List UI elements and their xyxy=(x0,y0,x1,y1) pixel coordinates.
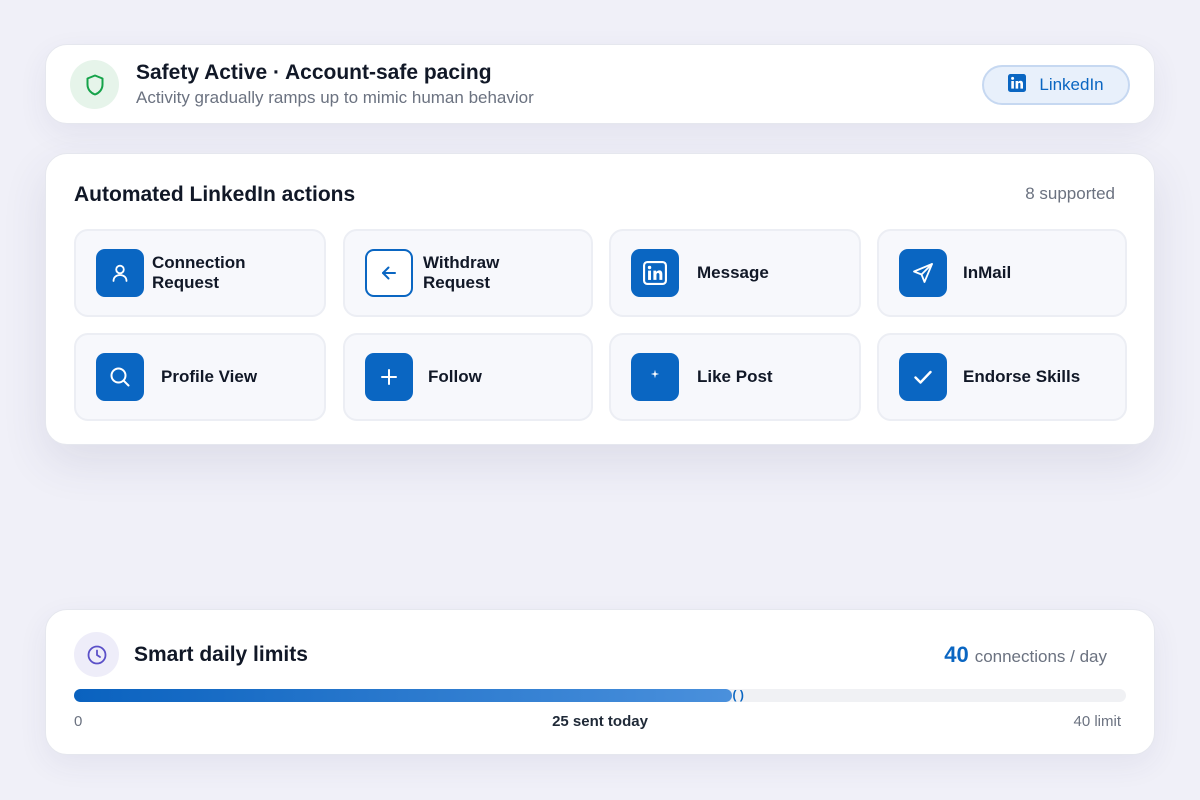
daily-limit-number: 40 xyxy=(944,642,969,667)
action-connection-request[interactable]: Connection Request xyxy=(74,229,326,317)
check-icon xyxy=(899,353,947,401)
plus-icon xyxy=(365,353,413,401)
safety-title: Safety Active · Account-safe pacing xyxy=(136,61,492,84)
search-icon xyxy=(96,353,144,401)
send-icon xyxy=(899,249,947,297)
daily-limit-unit: connections / day xyxy=(974,647,1107,666)
action-label: Endorse Skills xyxy=(963,367,1081,386)
action-follow[interactable]: Follow xyxy=(343,333,593,421)
linkedin-platform-label: LinkedIn xyxy=(1039,75,1104,94)
safety-status-card: Safety Active · Account-safe pacing Acti… xyxy=(45,44,1155,124)
action-label: InMail xyxy=(963,263,1012,282)
automated-actions-card: Automated LinkedIn actions 8 supported C… xyxy=(45,153,1155,445)
limits-title: Smart daily limits xyxy=(134,643,308,666)
action-message[interactable]: Message xyxy=(609,229,861,317)
action-label: Connection Request xyxy=(152,253,246,292)
linkedin-icon xyxy=(631,249,679,297)
arrow-left-icon xyxy=(365,249,413,297)
daily-limits-card: Smart daily limits 40 connections / day … xyxy=(45,609,1155,755)
user-icon xyxy=(96,249,144,297)
linkedin-icon xyxy=(1008,73,1027,97)
linkedin-platform-button[interactable]: LinkedIn xyxy=(982,65,1130,105)
shield-icon xyxy=(70,60,119,109)
sent-today-label: 25 sent today xyxy=(552,713,648,730)
action-label: Like Post xyxy=(697,367,773,386)
daily-limit-fill xyxy=(74,689,732,702)
safety-subtitle: Activity gradually ramps up to mimic hum… xyxy=(136,88,534,107)
action-like-post[interactable]: Like Post xyxy=(609,333,861,421)
action-label: Follow xyxy=(428,367,482,386)
daily-limit-handle-label: ( ) xyxy=(732,688,744,702)
actions-count: 8 supported xyxy=(1025,184,1115,203)
action-endorse-skills[interactable]: Endorse Skills xyxy=(877,333,1127,421)
limit-max-label: 40 limit xyxy=(1073,713,1121,730)
action-inmail[interactable]: InMail xyxy=(877,229,1127,317)
action-profile-view[interactable]: Profile View xyxy=(74,333,326,421)
daily-limit-track[interactable]: ( ) xyxy=(74,688,1126,703)
actions-title: Automated LinkedIn actions xyxy=(74,183,356,206)
sparkle-icon xyxy=(631,353,679,401)
action-label: Withdraw Request xyxy=(423,253,500,292)
clock-icon xyxy=(74,632,119,677)
action-label: Message xyxy=(697,263,769,282)
action-withdraw-request[interactable]: Withdraw Request xyxy=(343,229,593,317)
daily-limit-value: 40 connections / day xyxy=(944,642,1107,668)
daily-limit-handle[interactable]: ( ) xyxy=(733,688,755,703)
action-label: Profile View xyxy=(161,367,258,386)
